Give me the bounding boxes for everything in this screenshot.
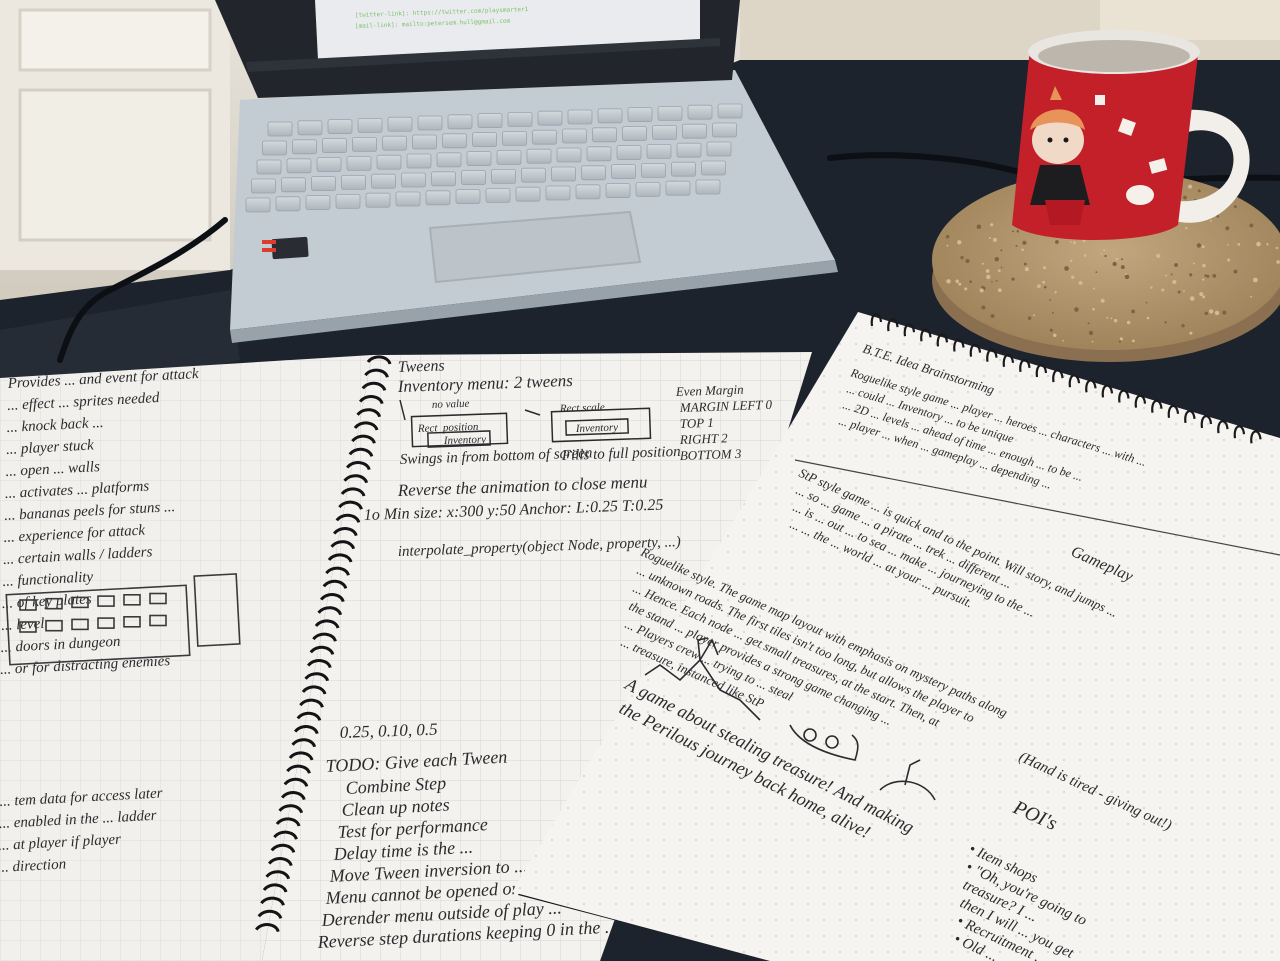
diagram-label: no value [432,398,470,411]
keyboard-key [382,135,407,151]
keyboard-key [395,191,421,207]
keyboard-key [712,122,737,138]
diagram-label: Rect scale [559,401,605,415]
keyboard-key [687,104,713,120]
keyboard-key [581,165,606,181]
keyboard-key [545,185,571,201]
keyboard-key [706,141,732,157]
keyboard-key [605,183,631,199]
keyboard-key [436,152,462,168]
keyboard-key [412,134,437,150]
keyboard-key [641,162,666,178]
keyboard-key [616,145,642,161]
number-line: 0.25, 0.10, 0.5 [339,720,437,742]
keyboard-key [447,114,473,130]
keyboard-key [371,173,396,189]
keyboard-key [245,197,271,213]
keyboard-key [496,149,522,165]
keyboard-key [622,126,647,141]
keyboard-key [281,177,306,193]
keyboard-key [646,143,672,159]
keyboard-key [346,155,372,171]
keyboard-key [537,110,563,126]
keyboard-key [665,180,691,196]
keyboard-key [592,127,617,143]
keyboard-key [477,113,503,128]
keyboard-key [575,184,601,200]
keyboard-key [387,116,413,132]
keyboard-key [701,160,726,176]
keyboard-key [556,147,582,163]
keyboard-key [597,108,623,124]
keyboard-key [267,121,293,137]
diagram-label: Inventory [575,422,619,436]
keyboard-key [472,132,497,148]
keyboard-key [562,128,587,144]
keyboard-key [461,170,486,186]
keyboard-key [515,186,541,202]
keyboard-key [455,189,481,205]
diagram-label: Inventory [443,434,487,448]
keyboard-key [502,130,527,146]
keyboard-key [275,196,301,212]
keyboard-key [286,158,312,174]
keyboard-key [526,148,552,164]
keyboard-key [352,136,377,152]
middle-page-line: Tweens [398,357,445,376]
keyboard-key [256,159,282,175]
keyboard-key [251,178,276,194]
keyboard-key [292,139,317,155]
keyboard-key [406,153,432,169]
keyboard-key [611,164,636,180]
keyboard-key [521,167,546,183]
keyboard-key [335,193,361,209]
keyboard-key [365,192,391,208]
keyboard-key [551,166,576,182]
keyboard-key [431,171,456,187]
keyboard-key [327,119,353,134]
keyboard-key [401,172,426,188]
keyboard-key [305,195,331,211]
keyboard-key [682,123,707,139]
keyboard-key [417,115,443,131]
keyboard-key [316,157,342,173]
margin-note: RIGHT 2 [679,430,729,447]
keyboard-key [635,181,661,197]
keyboard-key [262,140,287,156]
keyboard-key [357,118,383,133]
keyboard-key [671,161,696,177]
keyboard-key [442,133,467,149]
keyboard-key [627,107,653,122]
diagram-label: Rect_position [417,421,479,435]
margin-note: Even Margin [675,382,744,399]
keyboard-key [311,176,336,192]
keyboard-key [717,103,743,119]
keyboard-key [376,154,402,170]
keyboard-key [491,168,516,184]
keyboard-key [507,112,533,127]
keyboard-key [297,120,323,136]
desk-scene: [twitter-link]: https://twitter.com/play… [0,0,1280,961]
keyboard-key [567,109,593,125]
keyboard-key [532,129,557,145]
keyboard-key [485,187,511,203]
margin-note: TOP 1 [680,415,714,431]
keyboard-key [586,146,612,162]
margin-note: BOTTOM 3 [680,446,743,463]
keyboard-key [341,174,366,190]
keyboard-key [695,179,721,195]
keyboard-key [466,151,492,167]
keyboard-key [657,106,683,121]
keyboard-key [652,125,677,140]
keyboard-key [676,142,702,158]
keyboard-key [425,190,451,206]
keyboard-key [322,138,347,154]
photo-canvas: [twitter-link]: https://twitter.com/play… [0,0,1280,961]
laptop-sticker [271,236,309,260]
